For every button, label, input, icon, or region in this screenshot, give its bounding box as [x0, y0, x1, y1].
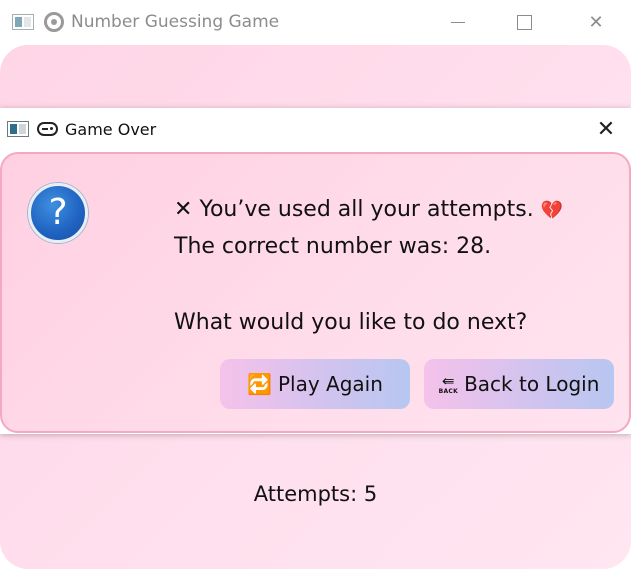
target-icon [44, 12, 64, 32]
close-icon: ✕ [596, 116, 616, 142]
message-correct-number: The correct number was: 28. [174, 234, 492, 259]
repeat-icon: 🔁 [247, 372, 272, 396]
cross-mark-icon: ✕ [174, 197, 193, 222]
minimize-button[interactable] [425, 0, 491, 45]
app-window-icon [7, 121, 29, 137]
back-arrow-icon: ⇚ BACK [438, 371, 459, 395]
game-over-dialog: Game Over ✕ ? ✕ You’ve used all your att… [0, 108, 631, 434]
dialog-body: ? ✕ You’ve used all your attempts. 💔 The… [0, 152, 631, 433]
maximize-button[interactable] [491, 0, 557, 45]
back-to-login-button[interactable]: ⇚ BACK Back to Login [424, 359, 614, 409]
message-attempts-used: ✕ You’ve used all your attempts. 💔 [174, 197, 563, 222]
main-window-title: Number Guessing Game [71, 12, 280, 32]
dialog-title: Game Over [65, 120, 157, 139]
play-again-button[interactable]: 🔁 Play Again [220, 359, 410, 409]
dialog-titlebar: Game Over ✕ [0, 108, 631, 150]
message-line-1: You’ve used all your attempts. [199, 197, 534, 222]
play-again-label: Play Again [277, 372, 383, 396]
main-titlebar: Number Guessing Game ✕ [0, 0, 631, 45]
main-close-button[interactable]: ✕ [563, 0, 629, 45]
close-icon: ✕ [588, 12, 604, 33]
gamepad-icon [37, 122, 58, 136]
dialog-close-button[interactable]: ✕ [586, 113, 626, 145]
question-icon: ? [28, 183, 88, 243]
app-window-icon [12, 14, 34, 30]
attempts-label: Attempts: 5 [253, 482, 378, 506]
broken-heart-icon: 💔 [540, 200, 564, 221]
back-to-login-label: Back to Login [464, 372, 600, 396]
message-next-prompt: What would you like to do next? [174, 310, 528, 335]
